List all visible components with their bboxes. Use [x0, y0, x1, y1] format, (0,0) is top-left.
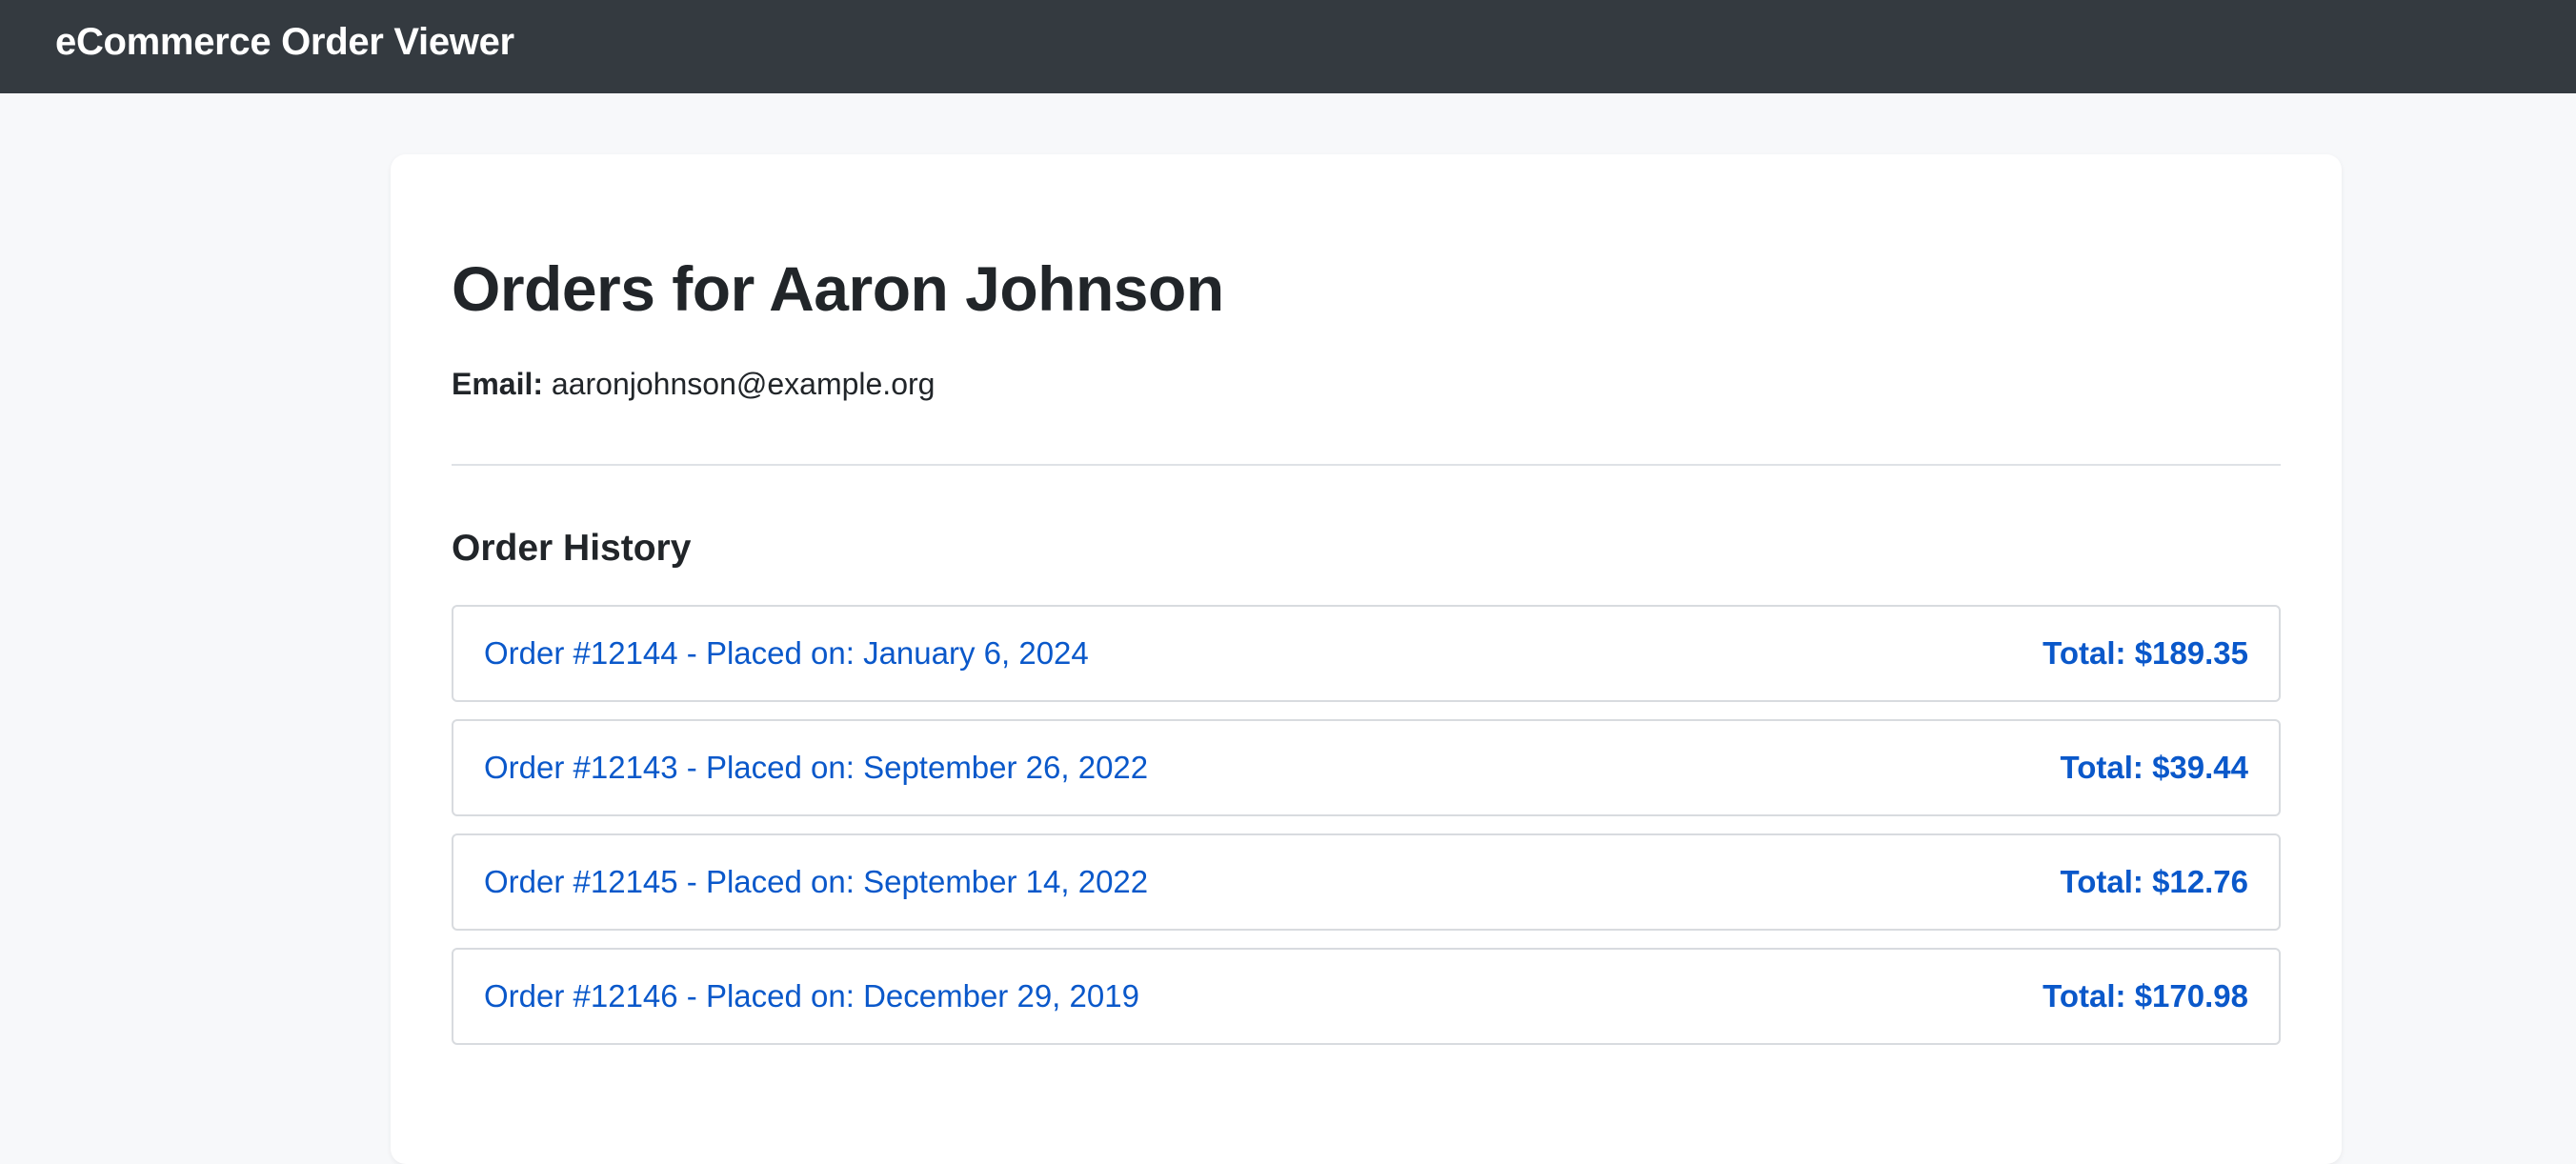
order-link[interactable]: Order #12144 - Placed on: January 6, 202… — [484, 635, 1089, 672]
order-history-title: Order History — [452, 528, 692, 569]
order-list-item[interactable]: Order #12143 - Placed on: September 26, … — [452, 719, 2281, 816]
order-link[interactable]: Order #12146 - Placed on: December 29, 2… — [484, 978, 1139, 1014]
order-total: Total: $39.44 — [2060, 750, 2248, 785]
email-label: Email: — [452, 367, 544, 401]
order-list-item[interactable]: Order #12145 - Placed on: September 14, … — [452, 833, 2281, 931]
top-navbar: eCommerce Order Viewer — [0, 0, 2576, 93]
order-list: Order #12144 - Placed on: January 6, 202… — [452, 605, 2281, 1062]
brand-link[interactable]: eCommerce Order Viewer — [55, 21, 514, 64]
page-title: Orders for Aaron Johnson — [452, 253, 1224, 324]
customer-orders-card: Orders for Aaron Johnson Email: aaronjoh… — [391, 154, 2342, 1164]
order-link[interactable]: Order #12143 - Placed on: September 26, … — [484, 750, 1148, 786]
order-link[interactable]: Order #12145 - Placed on: September 14, … — [484, 864, 1148, 900]
order-list-item[interactable]: Order #12146 - Placed on: December 29, 2… — [452, 948, 2281, 1045]
order-total: Total: $12.76 — [2060, 864, 2248, 899]
customer-email-line: Email: aaronjohnson@example.org — [452, 366, 935, 402]
order-total: Total: $189.35 — [2043, 635, 2248, 671]
customer-email: aaronjohnson@example.org — [551, 367, 936, 401]
order-total: Total: $170.98 — [2043, 978, 2248, 1013]
order-list-item[interactable]: Order #12144 - Placed on: January 6, 202… — [452, 605, 2281, 702]
section-divider — [452, 464, 2281, 466]
